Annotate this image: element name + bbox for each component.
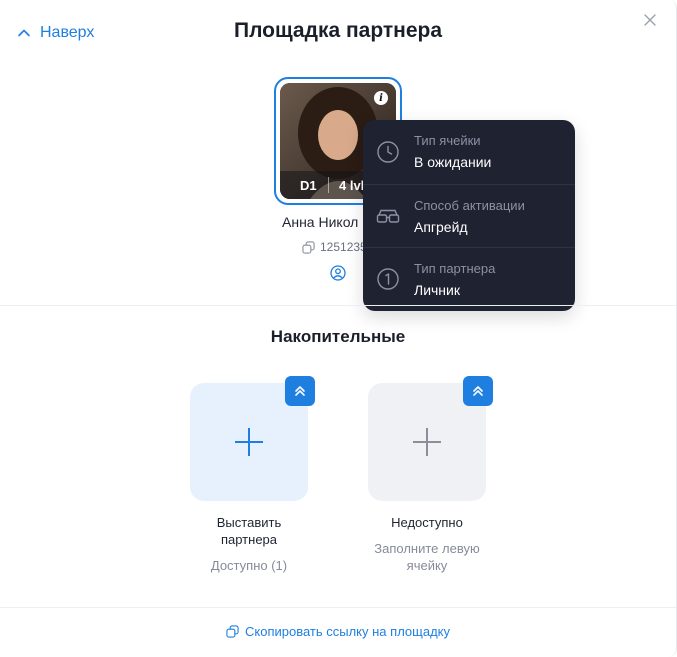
profile-icon[interactable]: [330, 265, 346, 281]
slot-hint: Заполните левую ячейку: [347, 540, 507, 574]
double-chevron-up-icon: [295, 386, 305, 396]
divider: [0, 607, 676, 608]
tooltip-label: Тип ячейки: [414, 133, 481, 148]
close-icon: [644, 14, 656, 26]
slot-hint-line: Заполните левую: [374, 541, 480, 556]
divider: [0, 305, 676, 306]
double-chevron-up-icon: [473, 386, 483, 396]
section-title: Накопительные: [270, 327, 406, 346]
partner-id-value: 1251235: [320, 240, 367, 254]
partner-platform-modal: Наверх Площадка партнера i D1 4 lvl Анна…: [0, 0, 677, 657]
tooltip-row-activation: Способ активации Апгрейд: [363, 184, 575, 247]
partner-name: Анна Никол: [282, 214, 359, 230]
tooltip-label: Способ активации: [414, 197, 525, 213]
number-one-icon: [377, 268, 399, 290]
depth-label: D1: [300, 177, 317, 193]
slot-availability: Доступно (1): [210, 558, 288, 573]
slot-caption: Недоступно: [391, 515, 463, 530]
close-button[interactable]: [642, 12, 658, 28]
add-partner-slot[interactable]: [190, 376, 315, 501]
plus-icon: [235, 428, 263, 456]
partner-id[interactable]: 1251235: [302, 240, 367, 254]
info-icon[interactable]: i: [374, 91, 388, 105]
glasses-icon: [376, 209, 400, 223]
clock-icon: [377, 140, 399, 163]
upgrade-button[interactable]: [463, 376, 493, 406]
tooltip-value: Апгрейд: [414, 218, 468, 235]
copy-platform-link-button[interactable]: Скопировать ссылку на площадку: [0, 624, 676, 639]
tooltip-value: В ожидании: [414, 154, 492, 170]
tooltip-row-cell-type: Тип ячейки В ожидании: [363, 120, 575, 183]
tooltip-row-partner-type: Тип партнера Личник: [363, 247, 575, 310]
unavailable-slot: [368, 376, 493, 501]
tooltip-value: Личник: [414, 281, 460, 298]
copy-link-label: Скопировать ссылку на площадку: [245, 624, 450, 639]
slot-caption-line: партнера: [220, 532, 278, 547]
level-label: 4 lvl: [339, 177, 365, 193]
slot-hint-line: ячейку: [406, 558, 448, 573]
slot-caption-line: Выставить: [216, 515, 282, 530]
partner-info-tooltip: Тип ячейки В ожидании Способ активации А…: [363, 120, 575, 311]
plus-icon: [413, 428, 441, 456]
upgrade-button[interactable]: [285, 376, 315, 406]
copy-icon: [226, 625, 239, 638]
copy-icon: [302, 240, 315, 254]
slot-caption: Выставить партнера: [169, 514, 329, 548]
page-title: Площадка партнера: [233, 19, 443, 42]
tooltip-label: Тип партнера: [414, 260, 496, 276]
